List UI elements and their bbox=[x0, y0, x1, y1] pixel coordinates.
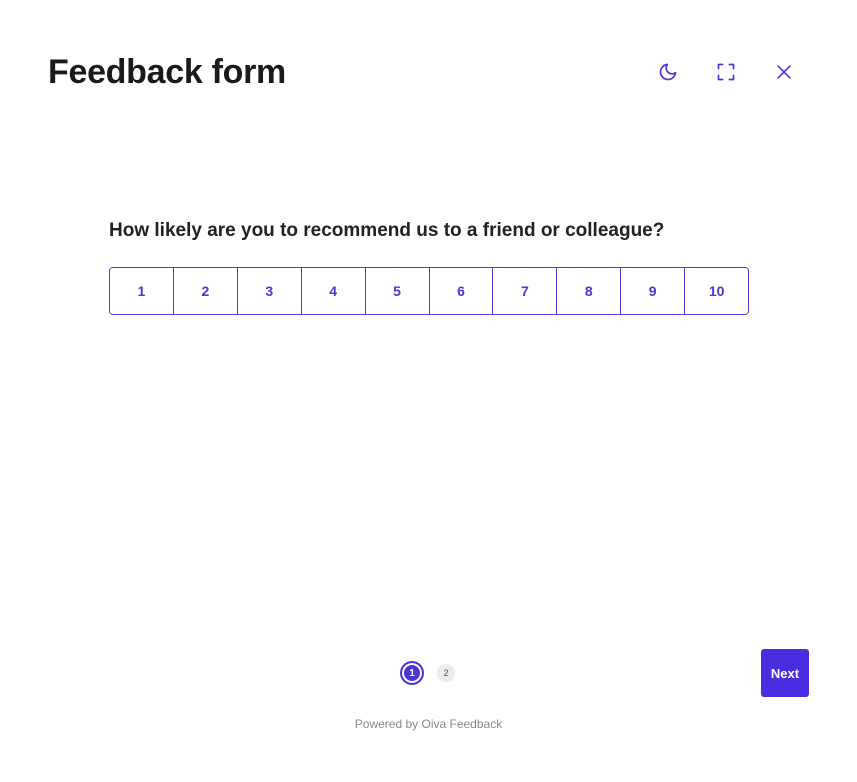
rating-option-7[interactable]: 7 bbox=[493, 268, 558, 314]
rating-option-10[interactable]: 10 bbox=[685, 268, 748, 314]
close-icon bbox=[777, 65, 791, 79]
rating-option-4[interactable]: 4 bbox=[301, 268, 366, 314]
rating-option-5[interactable]: 5 bbox=[365, 268, 430, 314]
rating-option-3[interactable]: 3 bbox=[237, 268, 302, 314]
dark-mode-button[interactable] bbox=[652, 58, 684, 86]
rating-option-2[interactable]: 2 bbox=[173, 268, 238, 314]
close-button[interactable] bbox=[768, 58, 800, 86]
next-button[interactable]: Next bbox=[761, 649, 809, 697]
page-title: Feedback form bbox=[48, 53, 286, 91]
page-dot[interactable]: 2 bbox=[437, 664, 455, 682]
powered-by-footer: Powered by Oiva Feedback bbox=[354, 717, 503, 731]
page-dot-current[interactable]: 1 bbox=[401, 662, 423, 684]
question-text: How likely are you to recommend us to a … bbox=[109, 220, 665, 241]
moon-icon bbox=[659, 63, 677, 81]
rating-option-8[interactable]: 8 bbox=[557, 268, 622, 314]
feedback-page: Feedback form How likely are you to reco… bbox=[0, 0, 857, 782]
rating-option-9[interactable]: 9 bbox=[621, 268, 686, 314]
rating-option-1[interactable]: 1 bbox=[110, 268, 174, 314]
rating-option-6[interactable]: 6 bbox=[429, 268, 494, 314]
fullscreen-button[interactable] bbox=[710, 58, 742, 86]
header-actions bbox=[652, 58, 800, 86]
page-indicator: 1 2 bbox=[401, 662, 455, 684]
rating-scale: 1 2 3 4 5 6 7 8 9 10 bbox=[109, 267, 749, 315]
expand-icon bbox=[717, 63, 735, 81]
